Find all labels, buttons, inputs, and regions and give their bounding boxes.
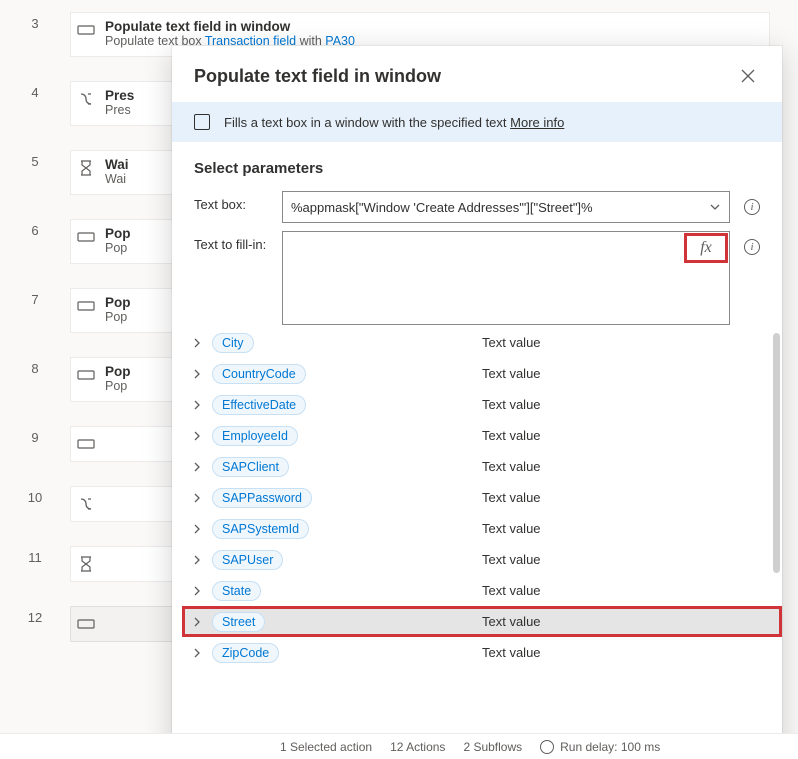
variable-type: Text value	[482, 645, 541, 660]
step-number: 8	[0, 357, 70, 376]
chevron-right-icon	[192, 431, 206, 441]
step-title: Populate text field in window	[105, 19, 759, 34]
step-number: 4	[0, 81, 70, 100]
step-number: 6	[0, 219, 70, 238]
variable-type: Text value	[482, 335, 541, 350]
textbox-value: %appmask["Window 'Create Addresses'"]["S…	[291, 200, 593, 215]
variable-row-zipcode[interactable]: ZipCode Text value	[182, 637, 782, 668]
info-icon[interactable]: i	[744, 199, 760, 215]
step-number: 5	[0, 150, 70, 169]
fill-label: Text to fill-in:	[194, 231, 268, 252]
variable-type: Text value	[482, 614, 541, 629]
info-icon[interactable]: i	[744, 239, 760, 255]
chevron-right-icon	[192, 400, 206, 410]
step-number: 12	[0, 606, 70, 625]
keypress-icon	[77, 495, 95, 513]
textbox-label: Text box:	[194, 191, 268, 212]
wait-icon	[77, 159, 95, 177]
variable-type: Text value	[482, 521, 541, 536]
status-selected: 1 Selected action	[280, 740, 372, 754]
chevron-right-icon	[192, 555, 206, 565]
textbox-icon	[77, 366, 95, 384]
populate-text-field-dialog: Populate text field in window Fills a te…	[172, 46, 782, 758]
chevron-right-icon	[192, 338, 206, 348]
fx-button[interactable]: fx	[685, 234, 727, 262]
variable-type: Text value	[482, 552, 541, 567]
text-to-fill-field: fx	[282, 231, 730, 325]
variable-pill[interactable]: CountryCode	[212, 364, 306, 384]
chevron-right-icon	[192, 462, 206, 472]
step-number: 11	[0, 546, 70, 565]
variable-type: Text value	[482, 397, 541, 412]
variable-row-state[interactable]: State Text value	[182, 575, 782, 606]
chevron-right-icon	[192, 369, 206, 379]
variable-type: Text value	[482, 490, 541, 505]
more-info-link[interactable]: More info	[510, 115, 564, 130]
textbox-icon	[194, 114, 210, 130]
keypress-icon	[77, 90, 95, 108]
variable-row-sapsystemid[interactable]: SAPSystemId Text value	[182, 513, 782, 544]
variable-type: Text value	[482, 366, 541, 381]
chevron-right-icon	[192, 493, 206, 503]
status-delay: Run delay: 100 ms	[560, 740, 660, 754]
info-banner: Fills a text box in a window with the sp…	[172, 102, 782, 142]
textbox-icon	[77, 228, 95, 246]
variable-row-countrycode[interactable]: CountryCode Text value	[182, 358, 782, 389]
chevron-right-icon	[192, 617, 206, 627]
text-to-fill-input[interactable]	[283, 232, 729, 324]
variable-pill[interactable]: EffectiveDate	[212, 395, 306, 415]
variable-pill[interactable]: State	[212, 581, 261, 601]
textbox-dropdown[interactable]: %appmask["Window 'Create Addresses'"]["S…	[282, 191, 730, 223]
textbox-icon	[77, 297, 95, 315]
textbox-icon	[77, 615, 95, 633]
variable-pill[interactable]: SAPClient	[212, 457, 289, 477]
variable-row-sapuser[interactable]: SAPUser Text value	[182, 544, 782, 575]
variable-type: Text value	[482, 459, 541, 474]
variable-row-city[interactable]: City Text value	[182, 327, 782, 358]
status-subflows: 2 Subflows	[463, 740, 522, 754]
variable-pill[interactable]: Street	[212, 612, 265, 632]
variable-pill[interactable]: City	[212, 333, 254, 353]
scrollbar[interactable]	[773, 333, 780, 573]
variable-pill[interactable]: EmployeeId	[212, 426, 298, 446]
variable-pill[interactable]: SAPPassword	[212, 488, 312, 508]
textbox-icon	[77, 21, 95, 39]
variable-row-employeeid[interactable]: EmployeeId Text value	[182, 420, 782, 451]
variable-row-street[interactable]: Street Text value	[182, 606, 782, 637]
status-bar: 1 Selected action 12 Actions 2 Subflows …	[0, 733, 798, 759]
chevron-down-icon	[709, 201, 721, 213]
variable-pill[interactable]: ZipCode	[212, 643, 279, 663]
banner-text: Fills a text box in a window with the sp…	[224, 115, 510, 130]
wait-icon	[77, 555, 95, 573]
variable-pill[interactable]: SAPSystemId	[212, 519, 309, 539]
close-icon[interactable]	[736, 64, 760, 88]
textbox-icon	[77, 435, 95, 453]
variable-row-effectivedate[interactable]: EffectiveDate Text value	[182, 389, 782, 420]
status-actions: 12 Actions	[390, 740, 445, 754]
chevron-right-icon	[192, 648, 206, 658]
fx-icon: fx	[700, 239, 712, 257]
chevron-right-icon	[192, 586, 206, 596]
variable-pill[interactable]: SAPUser	[212, 550, 283, 570]
step-number: 9	[0, 426, 70, 445]
chevron-right-icon	[192, 524, 206, 534]
variable-type: Text value	[482, 428, 541, 443]
section-title: Select parameters	[172, 156, 782, 191]
clock-icon	[540, 740, 554, 754]
step-number: 3	[0, 12, 70, 31]
dialog-title: Populate text field in window	[194, 66, 441, 87]
step-number: 10	[0, 486, 70, 505]
variable-type: Text value	[482, 583, 541, 598]
step-number: 7	[0, 288, 70, 307]
variable-row-sappassword[interactable]: SAPPassword Text value	[182, 482, 782, 513]
variable-row-sapclient[interactable]: SAPClient Text value	[182, 451, 782, 482]
variable-list: CityText valueCountryCodeText valueEffec…	[172, 327, 782, 758]
